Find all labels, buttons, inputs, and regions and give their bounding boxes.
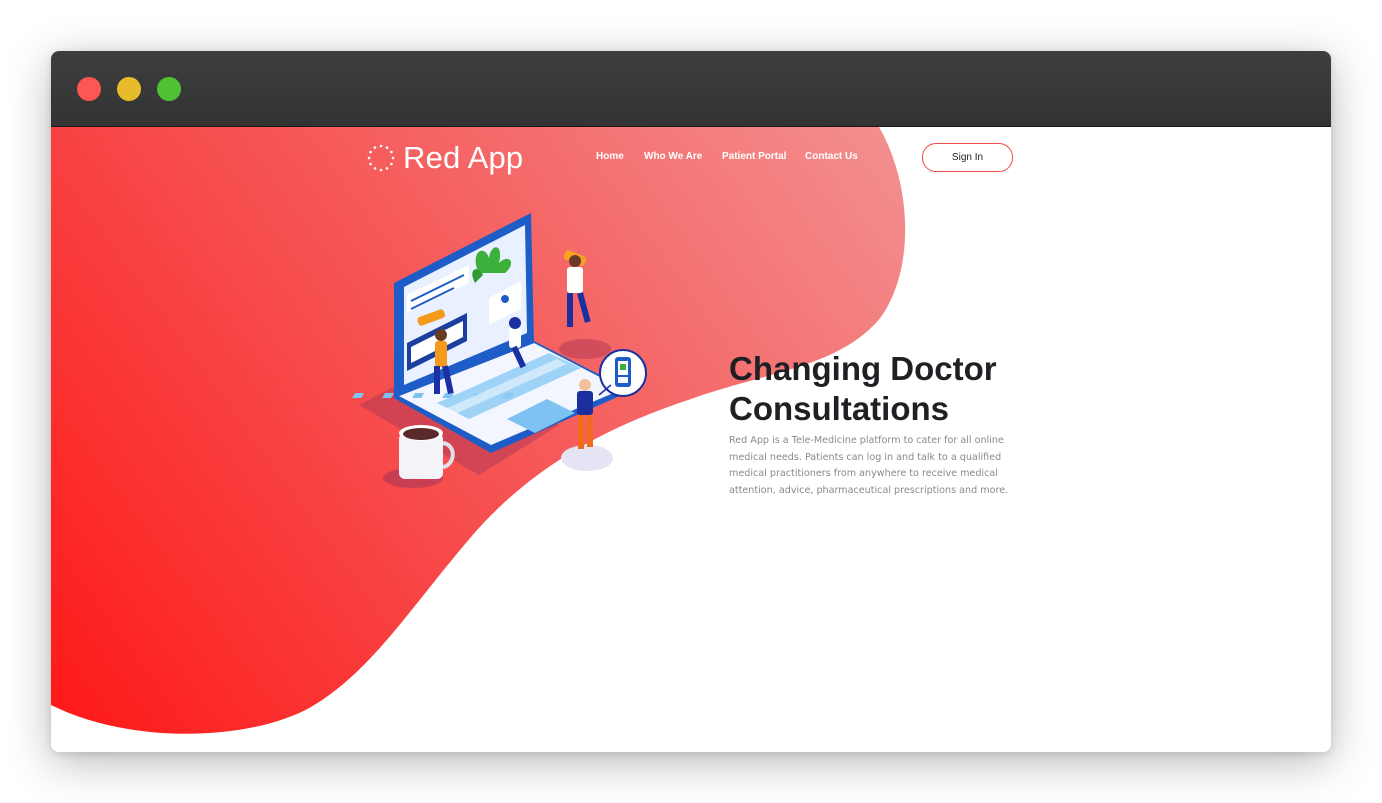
nav-link-contact-us[interactable]: Contact Us (805, 151, 858, 165)
hero-title: Changing Doctor Consultations (729, 350, 997, 427)
brand-name: Red App (403, 140, 524, 175)
dotted-circle-icon (367, 144, 395, 172)
window-titlebar (51, 51, 1331, 127)
hero-description: Red App is a Tele-Medicine platform to c… (729, 435, 1009, 497)
close-window-button[interactable] (77, 77, 101, 101)
brand-logo[interactable]: Red App (367, 140, 524, 175)
minimize-window-button[interactable] (117, 77, 141, 101)
hero-red-background (51, 127, 906, 734)
telemedicine-laptop-illustration (352, 213, 647, 488)
sign-in-button[interactable]: Sign In (922, 143, 1013, 172)
web-page: Red App Home Who We Are Patient Portal C… (51, 127, 1331, 752)
nav-link-home[interactable]: Home (596, 151, 624, 165)
maximize-window-button[interactable] (157, 77, 181, 101)
nav-link-patient-portal[interactable]: Patient Portal (722, 151, 786, 165)
nav-link-who-we-are[interactable]: Who We Are (644, 151, 702, 165)
browser-window: Red App Home Who We Are Patient Portal C… (51, 51, 1331, 752)
